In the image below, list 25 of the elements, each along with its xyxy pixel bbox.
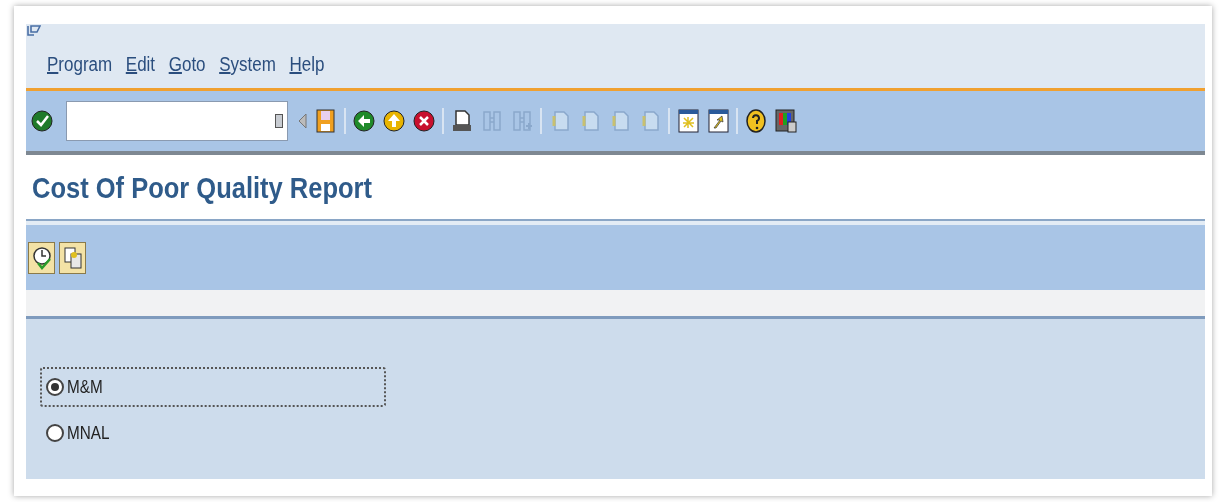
save-icon[interactable] <box>314 108 338 134</box>
radio-option[interactable]: MNAL <box>40 413 386 453</box>
back-icon[interactable] <box>352 108 376 134</box>
shortcut-icon[interactable] <box>706 108 730 134</box>
layout-icon[interactable] <box>774 108 798 134</box>
menu-item[interactable]: Goto <box>168 49 206 79</box>
menu-item[interactable]: Program <box>47 49 113 79</box>
window-menu-icon[interactable] <box>27 25 41 36</box>
screen-title: Cost Of Poor Quality Report <box>32 169 373 206</box>
menu-item[interactable]: System <box>219 49 276 79</box>
help-icon[interactable] <box>744 108 768 134</box>
cancel-icon[interactable] <box>412 108 436 134</box>
variants-button[interactable] <box>59 241 86 274</box>
enter-icon[interactable] <box>30 108 54 134</box>
command-field[interactable] <box>66 101 288 141</box>
menu-item[interactable]: Help <box>289 49 325 79</box>
menu-item[interactable]: Edit <box>125 49 156 79</box>
new-session-icon[interactable] <box>676 108 700 134</box>
execute-button[interactable] <box>28 241 55 274</box>
exit-icon[interactable] <box>382 108 406 134</box>
radio-option[interactable]: M&M <box>40 367 386 407</box>
clock-check-icon <box>31 245 52 270</box>
history-icon[interactable] <box>275 114 283 128</box>
documents-icon <box>62 245 83 270</box>
print-icon[interactable] <box>450 108 474 134</box>
